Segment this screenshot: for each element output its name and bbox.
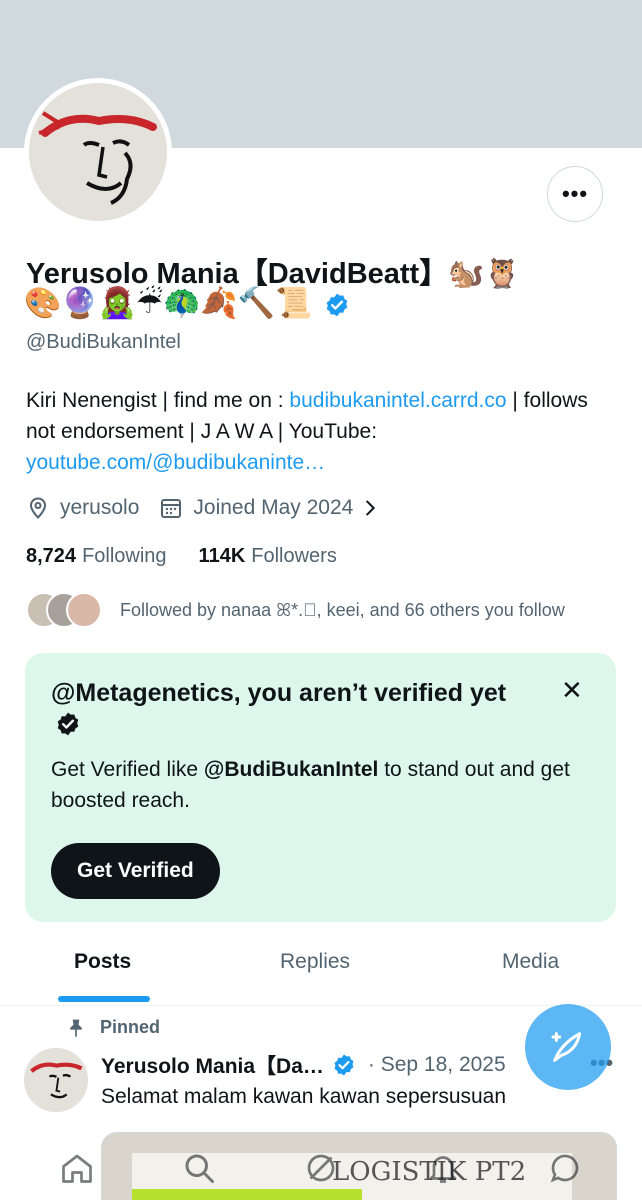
followed-by-row[interactable]: Followed by nanaa ꕤ*.゚, keei, and 66 oth… — [26, 592, 565, 628]
location-text: yerusolo — [60, 496, 140, 519]
profile-meta: yerusolo Joined May 2024 — [26, 496, 401, 520]
messages-icon[interactable] — [547, 1150, 583, 1191]
post-author-avatar[interactable] — [24, 1048, 88, 1112]
pinned-text: Pinned — [100, 1017, 161, 1037]
calendar-icon — [161, 499, 182, 518]
tab-media[interactable]: Media — [502, 950, 559, 974]
location-pin-icon — [29, 497, 47, 519]
home-icon[interactable] — [59, 1150, 95, 1191]
avatar — [66, 592, 102, 628]
bio-link-youtube[interactable]: youtube.com/@budibukaninte… — [26, 451, 325, 474]
get-verified-button[interactable]: Get Verified — [51, 843, 220, 899]
name-emojis: 🎨🔮🧟‍♀️☔🦚🍂🔨📜 — [24, 286, 313, 321]
promo-text-part: Get Verified like — [51, 758, 204, 781]
post-author-name[interactable]: Yerusolo Mania【Da… — [101, 1050, 324, 1080]
profile-tabs: Posts Replies Media — [0, 930, 642, 1006]
profile-handle: @BudiBukanIntel — [26, 331, 181, 353]
bottom-navigation — [0, 1140, 642, 1200]
bio-text: Kiri Nenengist | find me on : — [26, 389, 290, 412]
verified-badge-icon[interactable] — [324, 292, 350, 318]
tab-posts[interactable]: Posts — [74, 950, 131, 974]
followed-by-text: Followed by nanaa ꕤ*.゚, keei, and 66 oth… — [120, 599, 565, 620]
followers-label: Followers — [251, 545, 337, 567]
chevron-right-icon — [366, 500, 376, 516]
location: yerusolo — [26, 496, 139, 520]
promo-title-text: @Metagenetics, you aren’t verified yet — [51, 679, 507, 707]
post-date[interactable]: · Sep 18, 2025 — [368, 1053, 506, 1077]
follower-avatars — [26, 592, 106, 628]
verified-badge-icon — [334, 1054, 354, 1076]
promo-text-handle: @BudiBukanIntel — [203, 758, 379, 781]
pin-icon — [70, 1019, 82, 1037]
promo-title: @Metagenetics, you aren’t verified yet — [51, 677, 521, 741]
profile-avatar[interactable] — [24, 78, 172, 226]
compose-button[interactable] — [525, 1004, 611, 1090]
tab-replies[interactable]: Replies — [280, 950, 350, 974]
more-horizontal-icon: ••• — [561, 181, 589, 206]
compose-icon — [551, 1032, 582, 1062]
joined-text: Joined May 2024 — [193, 496, 354, 519]
joined-date[interactable]: Joined May 2024 — [159, 496, 381, 520]
grok-icon[interactable] — [303, 1150, 339, 1191]
post-header: Yerusolo Mania【Da… · Sep 18, 2025 — [101, 1050, 506, 1080]
post-text: Selamat malam kawan kawan sepersusuan — [101, 1085, 507, 1108]
following-label: Following — [82, 545, 167, 567]
following-link[interactable]: 8,724 Following — [26, 545, 167, 568]
promo-text: Get Verified like @BudiBukanIntel to sta… — [51, 754, 591, 816]
verification-promo-card: @Metagenetics, you aren’t verified yet ✕… — [25, 653, 616, 922]
profile-name-emoji-line: 🎨🔮🧟‍♀️☔🦚🍂🔨📜 — [24, 284, 350, 324]
search-icon[interactable] — [181, 1150, 217, 1191]
following-count: 8,724 — [26, 545, 77, 567]
notifications-icon[interactable] — [425, 1150, 461, 1191]
close-icon[interactable]: ✕ — [561, 677, 583, 703]
followers-link[interactable]: 114K Followers — [199, 545, 337, 568]
bio-link-carrd[interactable]: budibukanintel.carrd.co — [289, 389, 506, 412]
active-tab-indicator — [58, 996, 150, 1002]
pinned-label: Pinned — [66, 1017, 160, 1038]
followers-count: 114K — [198, 545, 246, 567]
follow-stats: 8,724 Following 114K Followers — [26, 545, 369, 568]
more-options-button[interactable]: ••• — [547, 166, 603, 222]
verified-badge-icon — [57, 712, 79, 736]
profile-bio: Kiri Nenengist | find me on : budibukani… — [26, 385, 606, 478]
